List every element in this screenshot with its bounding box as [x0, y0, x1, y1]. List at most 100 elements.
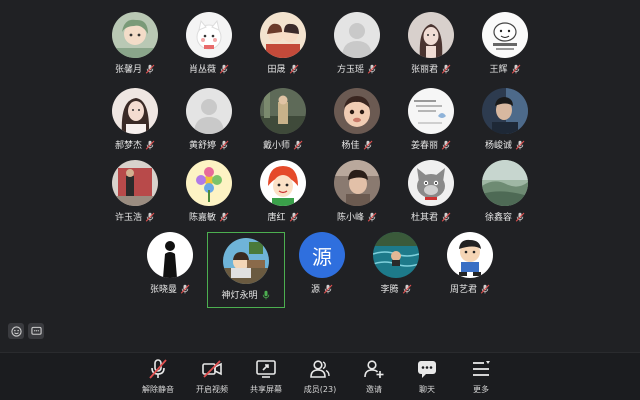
participant-name: 肖丛薇 — [188, 65, 216, 75]
participant-name-line: 神灯永明 — [221, 288, 270, 301]
members-icon — [309, 358, 331, 380]
participant-tile[interactable]: 徐鑫容 — [468, 160, 542, 228]
emoji-reaction-button[interactable] — [8, 323, 24, 339]
participant-row-3: 许玉浩 陈嘉敏 唐红 陈小峰 杜其君 徐鑫容 — [0, 160, 640, 228]
unmute-button[interactable]: 解除静音 — [133, 358, 183, 395]
invite-button[interactable]: 邀请 — [349, 358, 399, 395]
participant-row-4: 张晓曼 神灯永明源源李腾 周艺君 — [0, 232, 640, 308]
mic-muted-icon — [515, 212, 525, 222]
participant-name: 陈嘉敏 — [188, 213, 216, 223]
bullet-chat-button[interactable] — [28, 323, 44, 339]
avatar — [260, 88, 306, 134]
participant-tile[interactable]: 王辉 — [468, 12, 542, 80]
mic-muted-icon — [441, 140, 451, 150]
muted-mic-icon — [147, 358, 169, 380]
participant-name-line: 田晟 — [267, 62, 298, 75]
avatar — [408, 12, 454, 58]
participant-tile[interactable]: 周艺君 — [433, 232, 507, 300]
participant-name-line: 杨佳 — [341, 138, 372, 151]
mic-muted-icon — [323, 284, 333, 294]
video-grid: 张馨月 肖丛薇 田晟 方玉瑶 张丽君 王辉 郝梦杰 黄舒婷 戴小师 杨佳 姜春丽 杨峻诚 许玉浩 陈嘉… — [0, 0, 640, 352]
participant-tile[interactable]: 李腾 — [359, 232, 433, 300]
participant-tile[interactable]: 源源 — [285, 232, 359, 300]
participant-tile[interactable]: 姜春丽 — [394, 88, 468, 156]
mic-muted-icon — [145, 140, 155, 150]
participant-tile[interactable]: 杜其君 — [394, 160, 468, 228]
avatar — [408, 160, 454, 206]
chat-label: 聊天 — [419, 385, 435, 394]
participant-name-line: 张丽君 — [411, 62, 451, 75]
mic-muted-icon — [480, 284, 490, 294]
mic-muted-icon — [145, 64, 155, 74]
participant-name-line: 张馨月 — [115, 62, 155, 75]
avatar: 源 — [299, 232, 345, 278]
participant-tile[interactable]: 张丽君 — [394, 12, 468, 80]
participant-tile[interactable]: 田晟 — [246, 12, 320, 80]
participant-row-1: 张馨月 肖丛薇 田晟 方玉瑶 张丽君 王辉 — [0, 12, 640, 80]
participant-name-line: 李腾 — [380, 282, 411, 295]
members-button[interactable]: 成员(23) — [295, 358, 345, 395]
avatar — [260, 12, 306, 58]
participant-name-line: 姜春丽 — [411, 138, 451, 151]
participant-name: 郝梦杰 — [114, 141, 142, 151]
participant-tile[interactable]: 戴小师 — [246, 88, 320, 156]
avatar — [112, 160, 158, 206]
participant-name: 周艺君 — [449, 285, 477, 295]
mic-muted-icon — [402, 284, 412, 294]
participant-tile[interactable]: 唐红 — [246, 160, 320, 228]
participant-name: 杜其君 — [410, 213, 438, 223]
participant-tile[interactable]: 陈嘉敏 — [172, 160, 246, 228]
participant-tile[interactable]: 杨佳 — [320, 88, 394, 156]
avatar — [334, 88, 380, 134]
avatar — [147, 232, 193, 278]
chat-icon — [416, 358, 438, 380]
mic-muted-icon — [293, 140, 303, 150]
participant-tile[interactable]: 杨峻诚 — [468, 88, 542, 156]
video-off-icon — [201, 358, 223, 380]
mic-muted-icon — [363, 140, 373, 150]
participant-name: 杨佳 — [341, 141, 360, 151]
participant-tile[interactable]: 许玉浩 — [98, 160, 172, 228]
participant-tile[interactable]: 方玉瑶 — [320, 12, 394, 80]
more-button[interactable]: 更多 — [456, 358, 506, 395]
participant-name-line: 陈嘉敏 — [189, 210, 229, 223]
participant-name: 杨峻诚 — [484, 141, 512, 151]
participant-name: 唐红 — [267, 213, 286, 223]
participant-tile[interactable]: 黄舒婷 — [172, 88, 246, 156]
mic-muted-icon — [367, 64, 377, 74]
chat-button[interactable]: 聊天 — [402, 358, 452, 395]
avatar — [260, 160, 306, 206]
participant-name: 陈小峰 — [336, 213, 364, 223]
participant-name-line: 周艺君 — [450, 282, 490, 295]
avatar — [186, 160, 232, 206]
participant-tile[interactable]: 肖丛薇 — [172, 12, 246, 80]
mic-muted-icon — [441, 64, 451, 74]
participant-name-line: 杨峻诚 — [485, 138, 525, 151]
participant-name-line: 黄舒婷 — [189, 138, 229, 151]
participant-name: 方玉瑶 — [336, 65, 364, 75]
invite-label: 邀请 — [366, 385, 382, 394]
participant-name-line: 王辉 — [489, 62, 520, 75]
smile-icon — [10, 325, 22, 337]
participant-name: 黄舒婷 — [188, 141, 216, 151]
participant-name: 张晓曼 — [149, 285, 177, 295]
share-screen-button[interactable]: 共享屏幕 — [241, 358, 291, 395]
participant-name: 李腾 — [380, 285, 399, 295]
avatar — [223, 238, 269, 284]
mic-muted-icon — [219, 212, 229, 222]
avatar — [186, 12, 232, 58]
participant-name: 神灯永明 — [221, 291, 258, 301]
participant-tile[interactable]: 郝梦杰 — [98, 88, 172, 156]
participant-name-line: 源 — [311, 282, 333, 295]
start-video-button[interactable]: 开启视频 — [187, 358, 237, 395]
participant-tile[interactable]: 神灯永明 — [207, 232, 285, 308]
participant-row-2: 郝梦杰 黄舒婷 戴小师 杨佳 姜春丽 杨峻诚 — [0, 88, 640, 156]
participant-name: 王辉 — [489, 65, 508, 75]
participant-tile[interactable]: 张馨月 — [98, 12, 172, 80]
mic-muted-icon — [367, 212, 377, 222]
mic-muted-icon — [441, 212, 451, 222]
participant-name-line: 张晓曼 — [150, 282, 190, 295]
participant-tile[interactable]: 张晓曼 — [133, 232, 207, 300]
participant-name: 张丽君 — [410, 65, 438, 75]
participant-tile[interactable]: 陈小峰 — [320, 160, 394, 228]
